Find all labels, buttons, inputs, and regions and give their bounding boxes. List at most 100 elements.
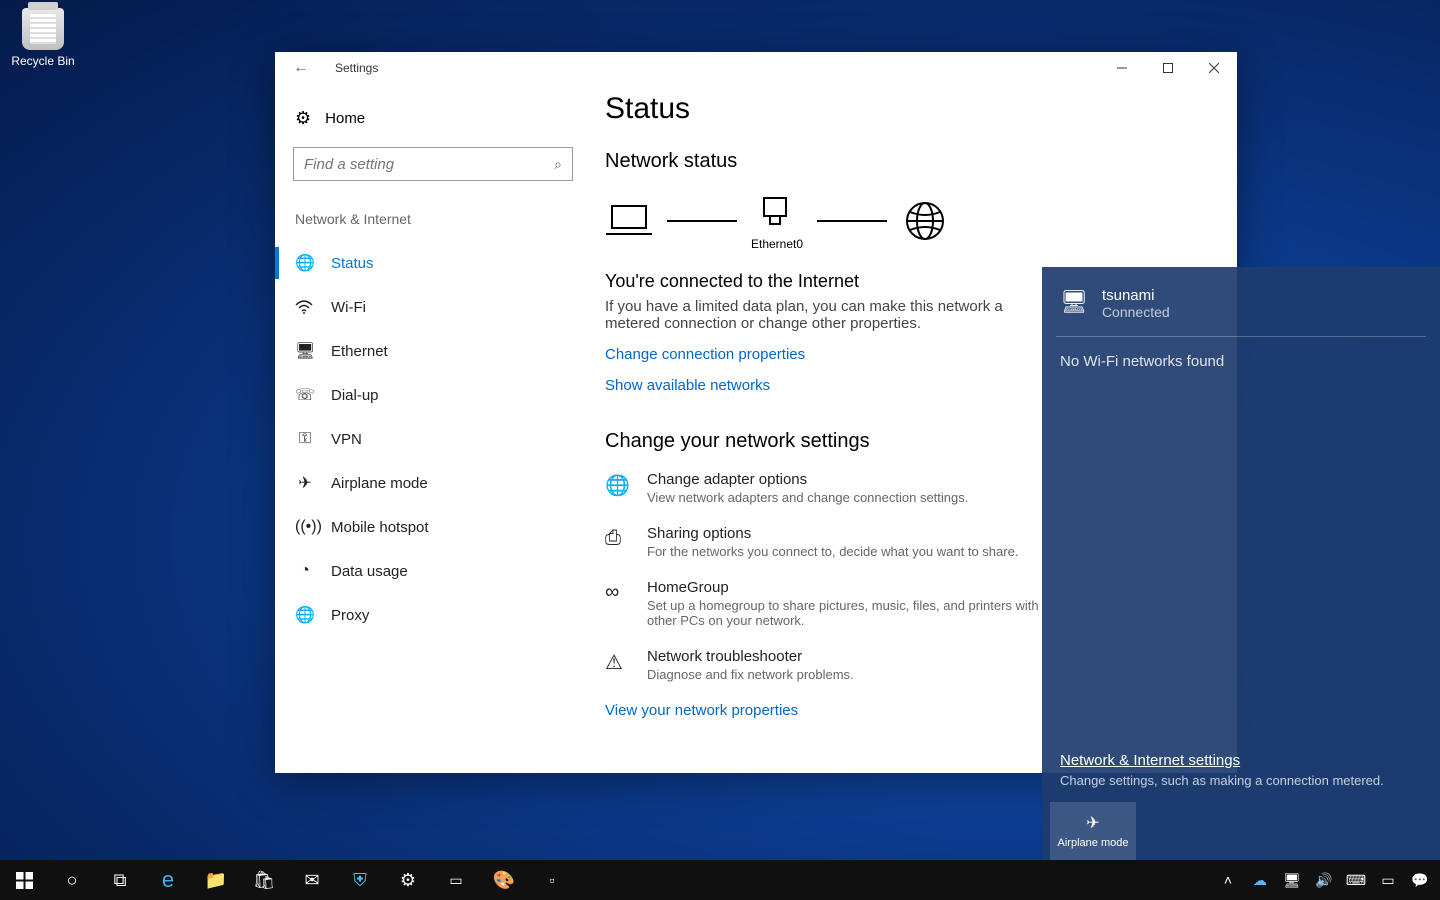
nav-label: Mobile hotspot: [331, 519, 429, 536]
close-button[interactable]: [1191, 52, 1237, 84]
tray-input[interactable]: ▭: [1372, 860, 1404, 900]
change-connection-properties-link[interactable]: Change connection properties: [605, 346, 805, 363]
taskbar-security[interactable]: ⛨: [336, 860, 384, 900]
adapter-options-icon: 🌐: [605, 471, 631, 505]
adapter-name: Ethernet0: [751, 237, 803, 251]
setting-title: Sharing options: [647, 525, 1018, 542]
page-title: Status: [605, 92, 1207, 126]
taskbar: ○ ⧉ e 📁 🛍 ✉ ⛨ ⚙ ▭ 🎨 ▫ ˄ ☁ 🖥 🔊 ⌨ ▭ 💬: [0, 860, 1440, 900]
sharing-options[interactable]: ⎙ Sharing options For the networks you co…: [605, 525, 1045, 559]
tray-onedrive[interactable]: ☁: [1244, 860, 1276, 900]
vpn-icon: ⚿: [295, 430, 315, 448]
tray-action-center[interactable]: 💬: [1404, 860, 1436, 900]
network-settings-desc: Change settings, such as making a connec…: [1042, 773, 1440, 802]
recycle-bin[interactable]: Recycle Bin: [8, 8, 78, 68]
search-input[interactable]: [304, 156, 554, 173]
tray-network[interactable]: 🖥: [1276, 860, 1308, 900]
network-flyout: 🖥 tsunami Connected No Wi-Fi networks fo…: [1042, 267, 1440, 860]
setting-desc: For the networks you connect to, decide …: [647, 544, 1018, 559]
taskbar-explorer[interactable]: 📁: [192, 860, 240, 900]
nav-label: Ethernet: [331, 343, 388, 360]
nav-label: Wi-Fi: [331, 299, 366, 316]
taskbar-paint[interactable]: 🎨: [480, 860, 528, 900]
show-available-networks-link[interactable]: Show available networks: [605, 377, 770, 394]
network-troubleshooter[interactable]: ⚠ Network troubleshooterDiagnose and fix…: [605, 648, 1045, 682]
network-settings-link[interactable]: Network & Internet settings: [1042, 752, 1440, 773]
nav-status[interactable]: 🌐 Status: [293, 241, 565, 285]
taskbar-mail[interactable]: ✉: [288, 860, 336, 900]
setting-desc: Set up a homegroup to share pictures, mu…: [647, 598, 1045, 628]
home-label: Home: [325, 110, 365, 127]
airplane-icon: ✈: [295, 473, 315, 493]
network-diagram: Ethernet0: [605, 191, 1207, 251]
taskbar-store[interactable]: 🛍: [240, 860, 288, 900]
connection-line: [667, 220, 737, 222]
setting-title: HomeGroup: [647, 579, 1045, 596]
internet-icon: [901, 201, 949, 241]
nav-ethernet[interactable]: 🖥 Ethernet: [293, 329, 565, 373]
task-view-button[interactable]: ⧉: [96, 860, 144, 900]
nav-airplane[interactable]: ✈ Airplane mode: [293, 461, 565, 505]
back-button[interactable]: ←: [291, 59, 311, 77]
homegroup-icon: ∞: [605, 579, 631, 628]
laptop-icon: [605, 201, 653, 241]
recycle-bin-icon: [22, 8, 64, 50]
dialup-icon: ☏: [295, 385, 315, 405]
setting-title: Network troubleshooter: [647, 648, 854, 665]
globe-icon: 🌐: [295, 253, 315, 273]
minimize-button[interactable]: [1099, 52, 1145, 84]
hotspot-icon: ((•)): [295, 518, 315, 536]
airplane-icon: ✈: [1086, 813, 1099, 833]
tray-keyboard[interactable]: ⌨: [1340, 860, 1372, 900]
nav-label: Dial-up: [331, 387, 379, 404]
proxy-icon: 🌐: [295, 605, 315, 625]
setting-desc: View network adapters and change connect…: [647, 490, 968, 505]
nav-label: Status: [331, 255, 374, 272]
connection-entry[interactable]: 🖥 tsunami Connected: [1042, 287, 1440, 336]
ethernet-icon: 🖥: [295, 341, 315, 361]
troubleshoot-icon: ⚠: [605, 648, 631, 682]
ethernet-connected-icon: 🖥: [1060, 287, 1088, 315]
adapter-icon: [751, 191, 799, 231]
taskbar-app1[interactable]: ▭: [432, 860, 480, 900]
homegroup[interactable]: ∞ HomeGroup Set up a homegroup to share p…: [605, 579, 1045, 628]
nav-label: Airplane mode: [331, 475, 428, 492]
home-button[interactable]: ⚙ Home: [293, 100, 565, 147]
setting-title: Change adapter options: [647, 471, 968, 488]
nav-dialup[interactable]: ☏ Dial-up: [293, 373, 565, 417]
gear-icon: ⚙: [295, 108, 311, 129]
connected-desc: If you have a limited data plan, you can…: [605, 298, 1025, 332]
sidebar: ⚙ Home ⌕ Network & Internet 🌐Status Wi-F…: [275, 84, 585, 773]
airplane-mode-tile[interactable]: ✈ Airplane mode: [1050, 802, 1136, 860]
recycle-bin-label: Recycle Bin: [8, 54, 78, 68]
cortana-button[interactable]: ○: [48, 860, 96, 900]
taskbar-edge[interactable]: e: [144, 860, 192, 900]
nav-proxy[interactable]: 🌐Proxy: [293, 593, 565, 637]
taskbar-app2[interactable]: ▫: [528, 860, 576, 900]
search-box[interactable]: ⌕: [293, 147, 573, 181]
nav-hotspot[interactable]: ((•)) Mobile hotspot: [293, 505, 565, 549]
quick-action-tiles: ✈ Airplane mode: [1042, 802, 1440, 860]
maximize-button[interactable]: [1145, 52, 1191, 84]
start-button[interactable]: [0, 860, 48, 900]
titlebar: ← Settings: [275, 52, 1237, 84]
tray-chevron[interactable]: ˄: [1212, 860, 1244, 900]
taskbar-settings[interactable]: ⚙: [384, 860, 432, 900]
nav-wifi[interactable]: Wi-Fi: [293, 285, 565, 329]
tray-volume[interactable]: 🔊: [1308, 860, 1340, 900]
search-icon: ⌕: [554, 156, 562, 173]
connection-status: Connected: [1102, 304, 1170, 320]
nav-label: VPN: [331, 431, 362, 448]
datausage-icon: ◔: [295, 562, 315, 580]
nav-vpn[interactable]: ⚿ VPN: [293, 417, 565, 461]
no-wifi-message: No Wi-Fi networks found: [1042, 353, 1440, 370]
nav-datausage[interactable]: ◔ Data usage: [293, 549, 565, 593]
nav-label: Data usage: [331, 563, 408, 580]
connection-name: tsunami: [1102, 287, 1170, 304]
view-network-properties-link[interactable]: View your network properties: [605, 702, 798, 719]
wifi-icon: [295, 300, 315, 314]
connection-line: [817, 220, 887, 222]
sharing-icon: ⎙: [605, 525, 631, 559]
change-adapter-options[interactable]: 🌐 Change adapter options View network ada…: [605, 471, 1045, 505]
divider: [1056, 336, 1426, 337]
